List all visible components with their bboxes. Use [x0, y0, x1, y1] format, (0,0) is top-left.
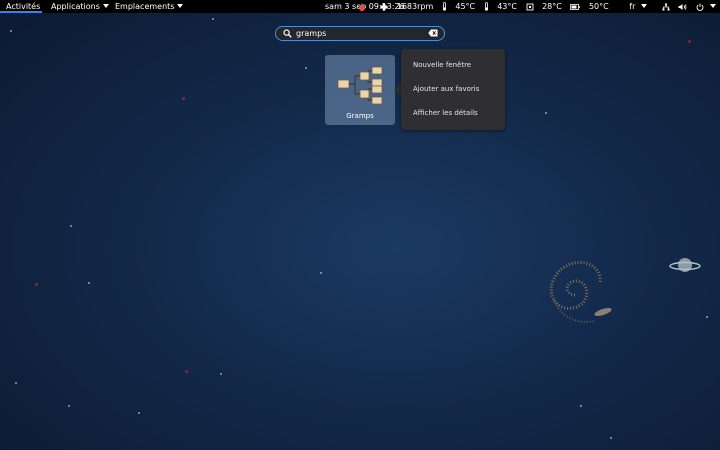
clear-icon[interactable]	[428, 29, 438, 37]
app-label: Gramps	[346, 112, 374, 120]
family-tree-icon	[337, 66, 383, 105]
app-result-gramps[interactable]: Gramps	[325, 55, 395, 125]
chevron-down-icon	[177, 4, 184, 8]
chip-icon	[526, 3, 533, 10]
temp-status-2[interactable]: 43°C	[484, 2, 517, 11]
search-query[interactable]: gramps	[296, 27, 326, 40]
activities-button[interactable]: Activités	[6, 0, 40, 13]
chevron-down-icon	[641, 4, 648, 8]
temp-3-value: 28°C	[542, 2, 562, 11]
satellite-decoration	[594, 308, 612, 316]
applications-menu[interactable]: Applications	[51, 0, 109, 13]
temp-status-3[interactable]: 28°C	[526, 2, 562, 11]
temp-2-value: 43°C	[497, 2, 517, 11]
menu-item-show-details[interactable]: Afficher les détails	[413, 109, 478, 117]
temp-status-1[interactable]: 45°C	[442, 2, 475, 11]
applications-label: Applications	[51, 2, 100, 11]
language-label: fr	[629, 2, 636, 11]
search-input[interactable]: gramps	[275, 26, 445, 41]
app-context-menu: Nouvelle fenêtre Ajouter aux favoris Aff…	[401, 49, 505, 130]
network-icon[interactable]	[662, 2, 670, 11]
fan-speed: 1683rpm	[396, 2, 434, 11]
temp-4-value: 50°C	[588, 2, 609, 11]
thermometer-icon	[442, 2, 446, 11]
battery-icon	[570, 3, 581, 10]
menu-item-new-window[interactable]: Nouvelle fenêtre	[413, 61, 471, 69]
language-selector[interactable]: fr	[623, 2, 648, 11]
chevron-down-icon	[102, 4, 109, 8]
temp-1-value: 45°C	[455, 2, 476, 11]
chevron-down-icon	[710, 4, 716, 8]
places-label: Emplacements	[115, 2, 175, 11]
tomato-icon[interactable]	[358, 2, 366, 11]
fan-status[interactable]: 1683rpm	[380, 2, 433, 11]
galaxy-swirl-decoration	[549, 260, 602, 323]
search-icon	[283, 29, 292, 38]
menu-item-add-favorites[interactable]: Ajouter aux favoris	[413, 85, 479, 93]
menu-pointer	[394, 84, 401, 96]
power-icon[interactable]	[696, 2, 716, 11]
volume-icon[interactable]	[678, 2, 687, 11]
fan-icon	[380, 2, 389, 11]
places-menu[interactable]: Emplacements	[115, 0, 184, 13]
top-bar: Activités Applications Emplacements sam …	[0, 0, 720, 13]
planet-decoration	[669, 258, 701, 272]
temp-status-4[interactable]: 50°C	[570, 2, 609, 11]
system-tray[interactable]: 1683rpm 45°C 43°C 28°C 50°C fr	[352, 0, 716, 13]
thermometer-icon	[484, 2, 488, 11]
